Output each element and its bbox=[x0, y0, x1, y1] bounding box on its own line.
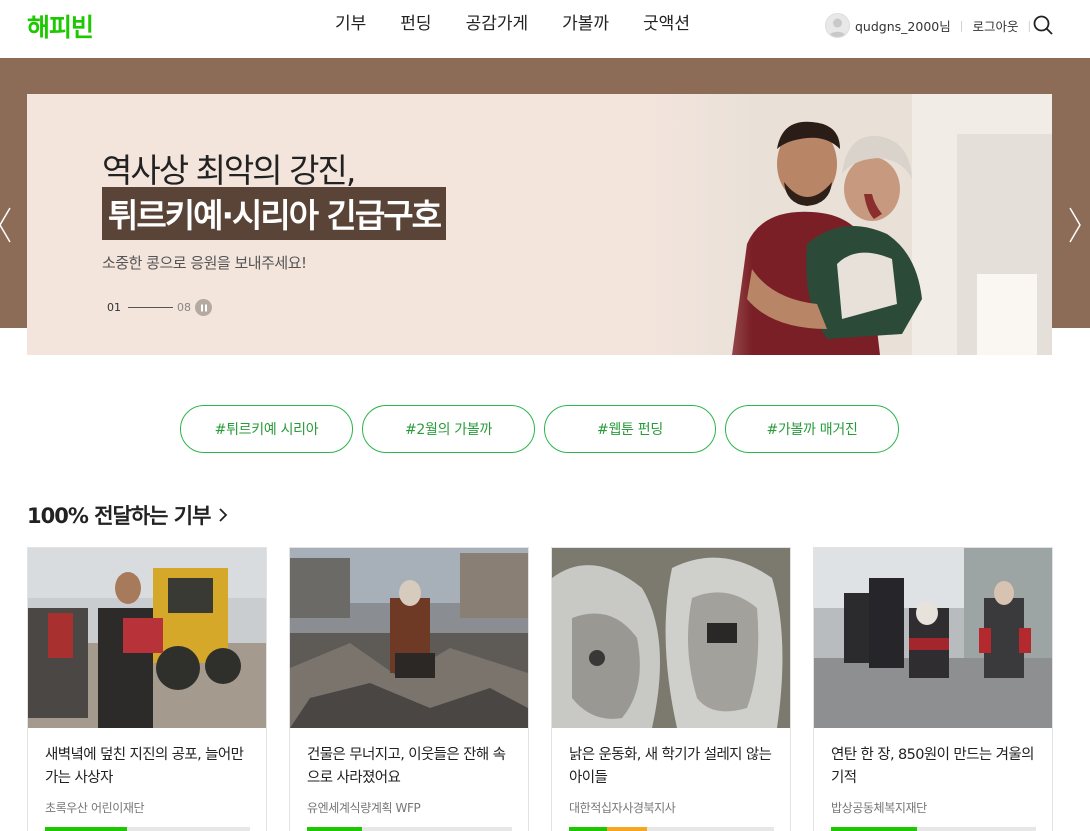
donation-card[interactable]: 새벽녘에 덮친 지진의 공포, 늘어만 가는 사상자 초록우산 어린이재단 bbox=[27, 547, 267, 831]
user-icon bbox=[829, 18, 846, 37]
progress-bar-fill bbox=[45, 827, 127, 831]
next-slide-arrow-icon[interactable] bbox=[1068, 205, 1084, 245]
progress-bar-fill bbox=[307, 827, 363, 831]
pager-progress-line bbox=[128, 307, 173, 308]
divider: | bbox=[1027, 18, 1032, 32]
main-nav: 기부 펀딩 공감가게 가볼까 굿액션 bbox=[318, 0, 707, 48]
progress-bar-fill bbox=[569, 827, 647, 831]
logout-link[interactable]: 로그아웃 bbox=[972, 16, 1018, 35]
progress-bar bbox=[307, 827, 512, 831]
hashtag-turkiye-syria[interactable]: #튀르키예 시리아 bbox=[180, 405, 353, 453]
avatar[interactable] bbox=[825, 12, 850, 38]
banner-title: 역사상 최악의 강진, bbox=[102, 151, 356, 190]
username[interactable]: qudgns_2000님 bbox=[855, 16, 951, 35]
progress-bar-fill bbox=[831, 827, 918, 831]
nav-item-donate[interactable]: 기부 bbox=[318, 0, 383, 48]
donation-card[interactable]: 연탄 한 장, 850원이 만드는 겨울의 기적 밥상공동체복지재단 bbox=[813, 547, 1053, 831]
hero-banner[interactable]: 역사상 최악의 강진, 튀르키예·시리아 긴급구호 소중한 콩으로 응원을 보내… bbox=[27, 94, 1052, 355]
hashtag-feb-visit[interactable]: #2월의 가볼까 bbox=[362, 405, 535, 453]
card-organization: 대한적십자사경북지사 bbox=[569, 801, 676, 815]
banner-subtitle: 소중한 콩으로 응원을 보내주세요! bbox=[102, 254, 307, 272]
card-title: 연탄 한 장, 850원이 만드는 겨울의 기적 bbox=[831, 747, 1034, 786]
pager-current: 01 bbox=[107, 301, 121, 314]
section-title-link[interactable]: 100% 전달하는 기부 bbox=[27, 500, 230, 530]
nav-item-store[interactable]: 공감가게 bbox=[449, 0, 546, 48]
chevron-right-icon bbox=[219, 508, 228, 522]
hashtag-visit-magazine[interactable]: #가볼까 매거진 bbox=[725, 405, 899, 453]
progress-bar bbox=[569, 827, 774, 831]
prev-slide-arrow-icon[interactable] bbox=[0, 205, 12, 245]
card-image-rubble bbox=[290, 548, 528, 728]
card-image-briquettes bbox=[814, 548, 1052, 728]
donation-card-list: 새벽녘에 덮친 지진의 공포, 늘어만 가는 사상자 초록우산 어린이재단 건물… bbox=[27, 547, 1075, 831]
search-icon[interactable] bbox=[1032, 14, 1054, 36]
pause-button[interactable] bbox=[195, 299, 212, 316]
user-menu: qudgns_2000님 | 로그아웃 | bbox=[825, 12, 1040, 38]
pager-total: 08 bbox=[177, 301, 191, 314]
card-title: 건물은 무너지고, 이웃들은 잔해 속으로 사라졌어요 bbox=[307, 747, 506, 786]
nav-item-funding[interactable]: 펀딩 bbox=[383, 0, 448, 48]
card-image-shoes bbox=[552, 548, 790, 728]
progress-bar bbox=[45, 827, 250, 831]
slide-pager: 01 08 bbox=[107, 299, 212, 316]
hashtag-webtoon-funding[interactable]: #웹툰 펀딩 bbox=[544, 405, 716, 453]
pause-icon bbox=[200, 304, 207, 311]
nav-item-visit[interactable]: 가볼까 bbox=[545, 0, 626, 48]
card-organization: 유엔세계식량계획 WFP bbox=[307, 801, 421, 815]
card-organization: 초록우산 어린이재단 bbox=[45, 801, 145, 815]
card-organization: 밥상공동체복지재단 bbox=[831, 801, 927, 815]
hashtag-list: #튀르키예 시리아 #2월의 가볼까 #웹툰 펀딩 #가볼까 매거진 bbox=[180, 405, 908, 453]
banner-photo bbox=[652, 94, 1052, 355]
progress-bar bbox=[831, 827, 1036, 831]
site-header: 해피빈 기부 펀딩 공감가게 가볼까 굿액션 qudgns_2000님 | 로그… bbox=[0, 0, 1090, 58]
section-title: 100% 전달하는 기부 bbox=[27, 504, 211, 528]
card-image-rescue bbox=[28, 548, 266, 728]
donation-card[interactable]: 건물은 무너지고, 이웃들은 잔해 속으로 사라졌어요 유엔세계식량계획 WFP bbox=[289, 547, 529, 831]
banner-title-highlight: 튀르키예·시리아 긴급구호 bbox=[102, 187, 446, 240]
card-title: 새벽녘에 덮친 지진의 공포, 늘어만 가는 사상자 bbox=[45, 747, 244, 786]
nav-item-good-action[interactable]: 굿액션 bbox=[626, 0, 707, 48]
donation-card[interactable]: 낡은 운동화, 새 학기가 설레지 않는 아이들 대한적십자사경북지사 bbox=[551, 547, 791, 831]
card-title: 낡은 운동화, 새 학기가 설레지 않는 아이들 bbox=[569, 747, 772, 786]
divider: | bbox=[959, 18, 964, 32]
logo[interactable]: 해피빈 bbox=[27, 8, 94, 44]
